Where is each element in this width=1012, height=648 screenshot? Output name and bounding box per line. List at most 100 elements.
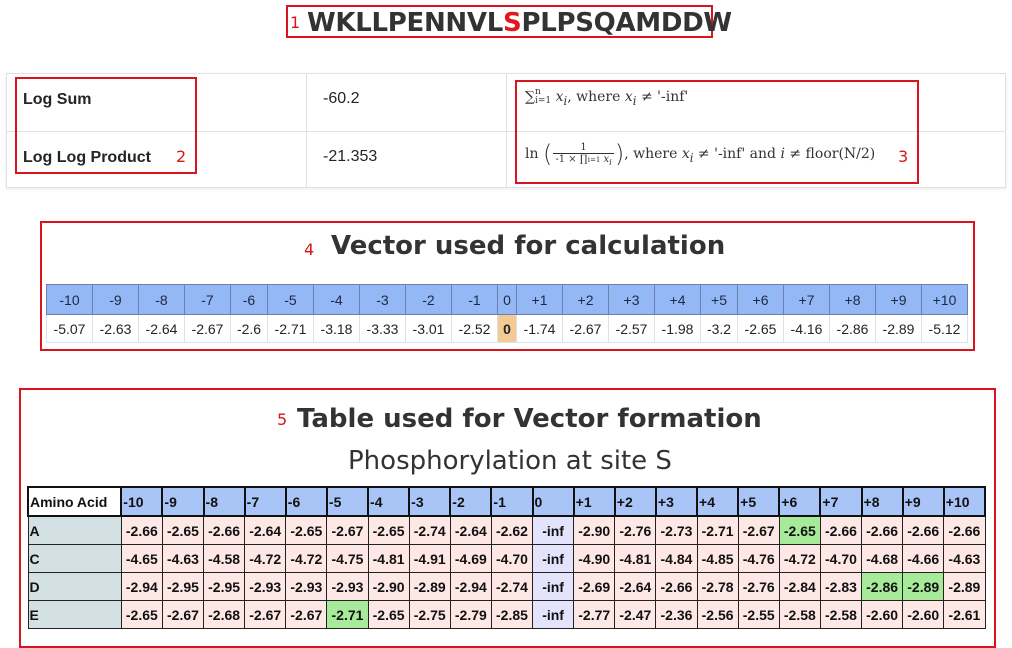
log-log-product-value: -21.353 [323, 148, 378, 165]
position-header-cell: +6 [778, 486, 822, 517]
amino-acid-label: E [27, 600, 122, 629]
score-cell: -2.76 [614, 515, 657, 545]
score-cell: -2.60 [902, 600, 945, 629]
score-cell: -2.67 [161, 600, 205, 629]
vector-value-cell: -5.12 [921, 314, 968, 343]
vector-value-cell: -1.74 [516, 314, 563, 343]
score-cell: -4.66 [902, 544, 945, 573]
vector-header-cell: +8 [829, 284, 876, 315]
score-cell: -4.63 [161, 544, 205, 573]
box-number-2: 2 [176, 147, 187, 166]
score-cell: -2.79 [449, 600, 492, 629]
vector-values-row: -5.07 -2.63 -2.64 -2.67 -2.6 -2.71 -3.18 -3.33-… [46, 314, 968, 343]
score-cell: -inf [532, 600, 575, 629]
score-cell: -2.71 [696, 515, 739, 545]
vector-value-cell: -2.71 [267, 314, 314, 343]
score-cell: -2.90 [367, 572, 410, 601]
position-header-cell: +2 [613, 486, 657, 517]
score-cell: -4.69 [449, 544, 492, 573]
position-header-cell: +4 [696, 486, 740, 517]
score-cell: -2.89 [408, 572, 451, 601]
score-cell: -2.65 [120, 600, 163, 629]
score-cell: -4.68 [861, 544, 904, 573]
score-cell: -2.84 [778, 572, 821, 601]
score-cell: -2.67 [285, 600, 328, 629]
vector-value-cell: 0 [497, 314, 517, 343]
score-cell: -2.47 [614, 600, 657, 629]
vector-value-cell: -3.01 [405, 314, 452, 343]
amino-acid-row: A -2.66 -2.65 -2.66 -2.64 -2.65 -2.67 -2.65 -2.7… [27, 515, 986, 545]
position-header-cell: +7 [819, 486, 863, 517]
score-cell: -2.68 [203, 600, 246, 629]
score-cell: -4.72 [244, 544, 287, 573]
score-cell: -2.66 [203, 515, 246, 545]
vector-value-cell: -5.07 [46, 314, 93, 343]
vector-section-title: Vector used for calculation [331, 231, 726, 261]
score-cell: -2.93 [285, 572, 328, 601]
score-cell: -inf [532, 515, 575, 545]
vector-value-cell: -2.63 [92, 314, 139, 343]
score-cell: -4.65 [120, 544, 163, 573]
position-header-cell: -4 [367, 486, 411, 517]
sequence-before: WKLLPENNVL [307, 8, 503, 38]
score-cell: -2.65 [367, 515, 410, 545]
score-cell: -2.74 [408, 515, 451, 545]
table-section-title: Table used for Vector formation [297, 404, 762, 434]
score-cell: -4.90 [573, 544, 616, 573]
score-cell: -2.90 [573, 515, 616, 545]
amino-acid-label: C [27, 544, 122, 573]
position-header-cell: -10 [120, 486, 164, 517]
box-number-4: 4 [304, 240, 315, 259]
sequence-after: PLPSQAMDDW [521, 8, 732, 38]
vector-header-cell: 0 [497, 284, 517, 315]
vector-value-cell: -2.52 [451, 314, 498, 343]
position-header-cell: -1 [490, 486, 534, 517]
sequence-box: 1 WKLLPENNVLSPLPSQAMDDW [286, 5, 732, 38]
phospho-site: S [503, 8, 522, 38]
vector-header-cell: -9 [92, 284, 139, 315]
score-cell: -2.65 [161, 515, 205, 545]
score-cell: -4.81 [367, 544, 410, 573]
score-cell: -4.84 [655, 544, 698, 573]
vector-header-row: -10 -9 -8 -7 -6 -5 -4 -3 -2 -1 0 +1 +2 +3 +4 +5 +6 +7 +8 +9… [46, 284, 968, 315]
score-cell: -2.76 [737, 572, 780, 601]
score-cell: -2.62 [490, 515, 534, 545]
score-cell: -2.85 [490, 600, 534, 629]
score-cell: -2.93 [244, 572, 287, 601]
score-cell: -4.72 [778, 544, 821, 573]
vector-header-cell: +10 [921, 284, 968, 315]
vector-value-cell: -2.86 [829, 314, 876, 343]
score-cell: -4.76 [737, 544, 780, 573]
vector-value-cell: -3.18 [313, 314, 360, 343]
vector-value-cell: -2.64 [138, 314, 185, 343]
position-header-cell: -8 [202, 486, 246, 517]
vector-value-cell: -2.65 [737, 314, 784, 343]
vector-header-cell: +1 [516, 284, 563, 315]
amino-acid-row: D -2.94 -2.95 -2.95 -2.93 -2.93 -2.93 -2.90 -2.8… [27, 572, 986, 601]
score-cell: -2.66 [861, 515, 904, 545]
score-cell: -2.65 [778, 515, 821, 545]
box-number-1: 1 [290, 13, 301, 32]
vector-table: -10 -9 -8 -7 -6 -5 -4 -3 -2 -1 0 +1 +2 +3 +4 +5 +6 +7 +8 +9… [46, 284, 968, 343]
score-cell: -2.60 [861, 600, 904, 629]
position-header-cell: +1 [572, 486, 616, 517]
box-number-3: 3 [898, 147, 909, 166]
score-cell: -2.67 [244, 600, 287, 629]
log-sum-value: -60.2 [323, 90, 360, 107]
score-cell: -2.95 [161, 572, 205, 601]
score-cell: -2.58 [778, 600, 821, 629]
vector-header-cell: +3 [608, 284, 655, 315]
score-cell: -2.73 [655, 515, 698, 545]
vector-header-cell: +7 [783, 284, 830, 315]
score-cell: -4.72 [285, 544, 328, 573]
vector-header-cell: -3 [359, 284, 406, 315]
score-cell: -2.83 [819, 572, 863, 601]
score-cell: -2.67 [326, 515, 369, 545]
score-cell: -2.65 [367, 600, 410, 629]
vector-value-cell: -3.33 [359, 314, 406, 343]
vector-header-cell: -1 [451, 284, 498, 315]
score-cell: -2.58 [819, 600, 863, 629]
position-header-cell: +10 [942, 486, 987, 517]
vector-header-cell: -10 [46, 284, 93, 315]
score-cell: -2.93 [326, 572, 369, 601]
